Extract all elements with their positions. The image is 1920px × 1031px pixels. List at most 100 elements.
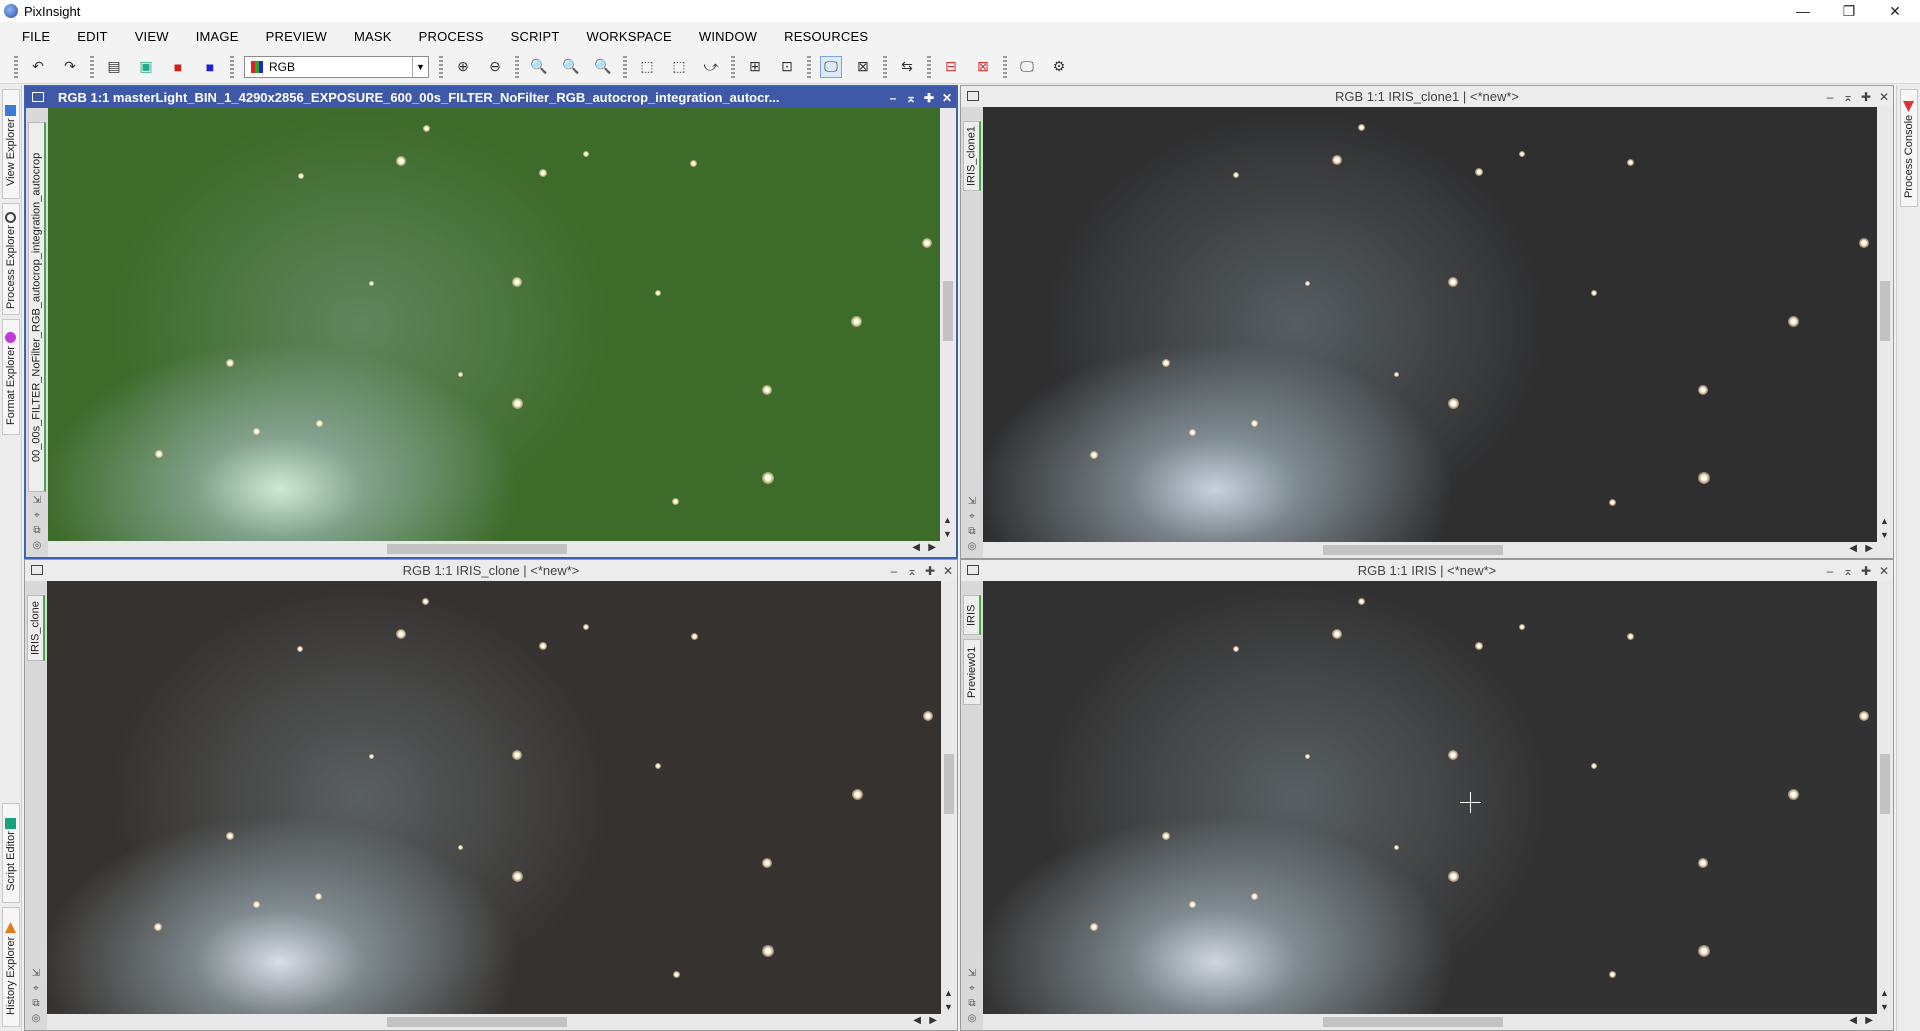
preview-mode-icon[interactable]: ⬚ — [668, 56, 690, 78]
horizontal-scrollbar[interactable]: ◀ ▶ — [983, 1014, 1877, 1030]
scroll-down-icon[interactable]: ▼ — [1880, 530, 1889, 540]
dock-tab-process-explorer[interactable]: Process Explorer — [2, 203, 20, 315]
toolbar-grip[interactable] — [439, 55, 443, 78]
vertical-scrollbar[interactable]: ▲ ▼ — [1877, 107, 1893, 542]
minimize-window-button[interactable]: — — [1780, 0, 1826, 22]
identity-icon[interactable]: ◎ — [32, 1013, 41, 1024]
vertical-scroll-thumb[interactable] — [944, 754, 954, 815]
scroll-up-icon[interactable]: ▲ — [1880, 516, 1889, 526]
mask-show-icon[interactable]: ⇆ — [896, 56, 918, 78]
scroll-left-icon[interactable]: ◀ — [1849, 1015, 1857, 1026]
toolbar-grip[interactable] — [230, 55, 234, 78]
image-view[interactable] — [983, 581, 1877, 1014]
window-title-bar[interactable]: RGB 1:1 IRIS_clone | <*new*> – ⌅ ✚ ✕ — [25, 560, 957, 581]
auto-stretch-icon[interactable]: ⊠ — [852, 56, 874, 78]
horizontal-scroll-thumb[interactable] — [386, 1017, 567, 1027]
clone-icon[interactable]: ⧉ — [32, 998, 39, 1009]
window-maximize-button[interactable]: ✚ — [920, 87, 938, 108]
vertical-scroll-thumb[interactable] — [943, 281, 953, 342]
toolbar-grip[interactable] — [90, 55, 94, 78]
window-shade-button[interactable]: ⌅ — [1839, 86, 1857, 107]
window-title-bar[interactable]: RGB 1:1 masterLight_BIN_1_4290x2856_EXPO… — [26, 87, 956, 108]
image-identifier-icon[interactable]: ▤ — [103, 56, 125, 78]
scroll-left-icon[interactable]: ◀ — [913, 1015, 921, 1026]
scroll-left-icon[interactable]: ◀ — [912, 542, 920, 553]
menu-resources[interactable]: RESOURCES — [772, 29, 883, 44]
menu-preview[interactable]: PREVIEW — [254, 29, 342, 44]
zoom-1-1-icon[interactable]: 🔍 — [528, 56, 550, 78]
menu-mask[interactable]: MASK — [342, 29, 407, 44]
chevron-down-icon[interactable]: ▼ — [412, 56, 428, 77]
scroll-up-icon[interactable]: ▲ — [944, 988, 953, 998]
scroll-down-icon[interactable]: ▼ — [943, 529, 952, 539]
window-close-button[interactable]: ✕ — [1875, 86, 1893, 107]
window-close-button[interactable]: ✕ — [938, 87, 956, 108]
view-tab-main[interactable]: IRIS — [963, 595, 981, 635]
scroll-down-icon[interactable]: ▼ — [944, 1002, 953, 1012]
color-space-select[interactable]: RGB ▼ — [244, 55, 429, 78]
window-menu-icon[interactable] — [967, 565, 979, 575]
redo-icon[interactable]: ↷ — [59, 56, 81, 78]
vertical-scroll-thumb[interactable] — [1880, 754, 1890, 815]
link-icon[interactable]: ⇲ — [968, 496, 976, 507]
new-image-icon[interactable]: ▣ — [135, 56, 157, 78]
window-shade-button[interactable]: ⌅ — [902, 87, 920, 108]
window-close-button[interactable]: ✕ — [939, 560, 957, 581]
menu-edit[interactable]: EDIT — [65, 29, 122, 44]
horizontal-scroll-thumb[interactable] — [386, 544, 567, 554]
horizontal-scrollbar[interactable]: ◀ ▶ — [48, 541, 940, 557]
toolbar-grip[interactable] — [807, 55, 811, 78]
vertical-scrollbar[interactable]: ▲ ▼ — [1877, 581, 1893, 1014]
toolbar-grip[interactable] — [14, 55, 18, 78]
toolbar-grip[interactable] — [623, 55, 627, 78]
horizontal-scroll-thumb[interactable] — [1322, 1017, 1503, 1027]
dock-tab-view-explorer[interactable]: View Explorer — [2, 89, 20, 199]
window-menu-icon[interactable] — [967, 91, 979, 101]
dock-tab-script-editor[interactable]: Script Editor — [2, 803, 20, 903]
window-shade-button[interactable]: ⌅ — [903, 560, 921, 581]
zoom-in-icon[interactable]: ⊕ — [452, 56, 474, 78]
scroll-up-icon[interactable]: ▲ — [943, 515, 952, 525]
link-icon[interactable]: ⇲ — [33, 495, 41, 506]
horizontal-scroll-thumb[interactable] — [1322, 545, 1503, 555]
zoom-fit-icon[interactable]: 🔍 — [560, 56, 582, 78]
window-maximize-button[interactable]: ✚ — [921, 560, 939, 581]
zoom-optimal-icon[interactable]: 🔍 — [592, 56, 614, 78]
image-window-iris-clone1[interactable]: RGB 1:1 IRIS_clone1 | <*new*> – ⌅ ✚ ✕ IR… — [960, 85, 1894, 559]
display-channel-icon[interactable]: 🖵 — [1016, 56, 1038, 78]
image-window-iris-clone[interactable]: RGB 1:1 IRIS_clone | <*new*> – ⌅ ✚ ✕ IRI… — [24, 559, 958, 1031]
toolbar-grip[interactable] — [883, 55, 887, 78]
menu-workspace[interactable]: WORKSPACE — [575, 29, 687, 44]
dock-tab-history-explorer[interactable]: History Explorer — [2, 907, 20, 1027]
clone-icon[interactable]: ⧉ — [33, 525, 40, 536]
zoom-out-icon[interactable]: ⊖ — [484, 56, 506, 78]
scroll-right-icon[interactable]: ▶ — [928, 542, 936, 553]
toolbar-grip[interactable] — [927, 55, 931, 78]
fit-view-icon[interactable]: ⊞ — [744, 56, 766, 78]
vertical-scroll-thumb[interactable] — [1880, 281, 1890, 341]
link-icon[interactable]: ⇲ — [968, 968, 976, 979]
toolbar-grip[interactable] — [515, 55, 519, 78]
mask-invert-icon[interactable]: ⊠ — [972, 56, 994, 78]
scroll-up-icon[interactable]: ▲ — [1880, 988, 1889, 998]
toolbar-grip[interactable] — [1003, 55, 1007, 78]
view-tab-main[interactable]: IRIS_clone1 — [963, 121, 981, 191]
clone-icon[interactable]: ⧉ — [968, 526, 975, 537]
vertical-scrollbar[interactable]: ▲ ▼ — [941, 581, 957, 1014]
horizontal-scrollbar[interactable]: ◀ ▶ — [47, 1014, 941, 1030]
image-view[interactable] — [983, 107, 1877, 542]
menu-process[interactable]: PROCESS — [407, 29, 499, 44]
pan-mode-icon[interactable]: ⤻ — [700, 56, 722, 78]
preview-tab[interactable]: Preview01 — [963, 639, 981, 705]
identity-icon[interactable]: ◎ — [968, 1013, 977, 1024]
identity-icon[interactable]: ◎ — [968, 541, 977, 552]
pin-icon[interactable]: ⌖ — [969, 511, 975, 522]
window-close-button[interactable]: ✕ — [1875, 560, 1893, 581]
window-maximize-button[interactable]: ✚ — [1857, 86, 1875, 107]
dock-tab-format-explorer[interactable]: Format Explorer — [2, 319, 20, 435]
close-window-button[interactable]: ✕ — [1872, 0, 1918, 22]
window-menu-icon[interactable] — [31, 565, 43, 575]
link-icon[interactable]: ⇲ — [32, 968, 40, 979]
window-minimize-button[interactable]: – — [1821, 86, 1839, 107]
view-tab-main[interactable]: IRIS_clone — [27, 595, 45, 661]
